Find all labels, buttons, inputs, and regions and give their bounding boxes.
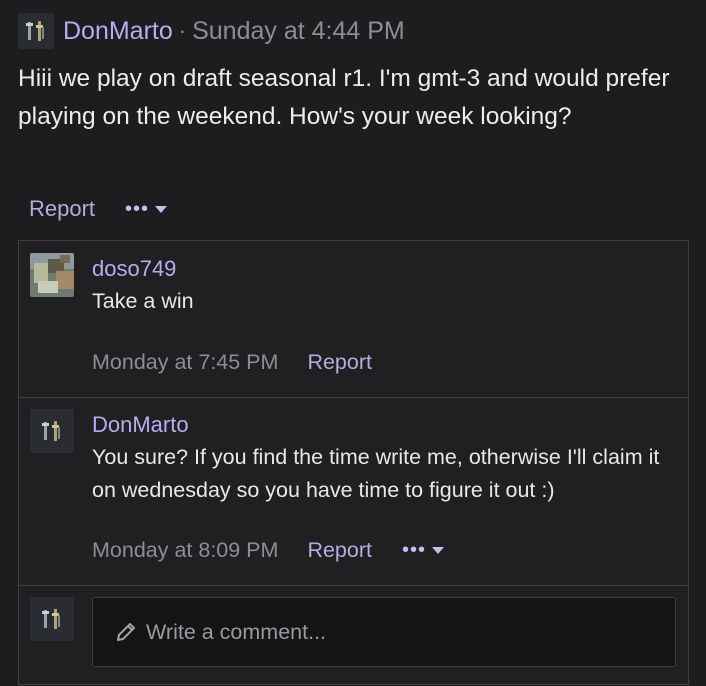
report-button[interactable]: Report [29, 196, 95, 222]
more-options-button[interactable]: ••• [402, 540, 444, 560]
post-header: DonMarto · Sunday at 4:44 PM [18, 12, 405, 50]
post-timestamp[interactable]: Sunday at 4:44 PM [192, 17, 405, 46]
swords-avatar-icon [42, 609, 60, 629]
ellipsis-icon: ••• [125, 198, 150, 220]
pencil-icon [117, 623, 135, 641]
post-author-link[interactable]: DonMarto [63, 17, 173, 46]
donmarto-avatar[interactable] [30, 409, 74, 453]
reply-timestamp[interactable]: Monday at 8:09 PM [92, 538, 278, 563]
reply-meta: Monday at 8:09 PM Report ••• [92, 535, 444, 565]
reply-item: DonMarto You sure? If you find the time … [19, 397, 688, 586]
comment-input[interactable]: Write a comment... [92, 597, 676, 667]
comment-placeholder: Write a comment... [146, 619, 327, 644]
reply-timestamp[interactable]: Monday at 7:45 PM [92, 350, 278, 375]
meta-separator: · [178, 18, 187, 43]
current-user-avatar [30, 597, 74, 641]
report-button[interactable]: Report [307, 538, 372, 563]
reply-author-link[interactable]: doso749 [92, 256, 176, 282]
donmarto-avatar[interactable] [18, 13, 54, 49]
creature-avatar-icon [30, 253, 74, 297]
doso749-avatar[interactable] [30, 253, 74, 297]
chevron-down-icon [155, 205, 168, 213]
swords-avatar-icon [42, 421, 60, 441]
reply-meta: Monday at 7:45 PM Report [92, 347, 372, 377]
post-body: Hiii we play on draft seasonal r1. I'm g… [18, 65, 670, 130]
reply-text: Take a win [92, 289, 194, 313]
report-button[interactable]: Report [307, 350, 372, 375]
write-comment-row: Write a comment... [19, 586, 688, 686]
reply-author-link[interactable]: DonMarto [92, 412, 189, 438]
swords-avatar-icon [26, 21, 44, 41]
post-actions: Report ••• [29, 192, 168, 226]
comment-thread: doso749 Take a win Monday at 7:45 PM Rep… [18, 240, 689, 685]
reply-text: You sure? If you find the time write me,… [92, 445, 660, 502]
reply-item: doso749 Take a win Monday at 7:45 PM Rep… [19, 241, 688, 398]
ellipsis-icon: ••• [401, 539, 426, 561]
chevron-down-icon [432, 546, 444, 554]
more-options-button[interactable]: ••• [125, 198, 168, 220]
